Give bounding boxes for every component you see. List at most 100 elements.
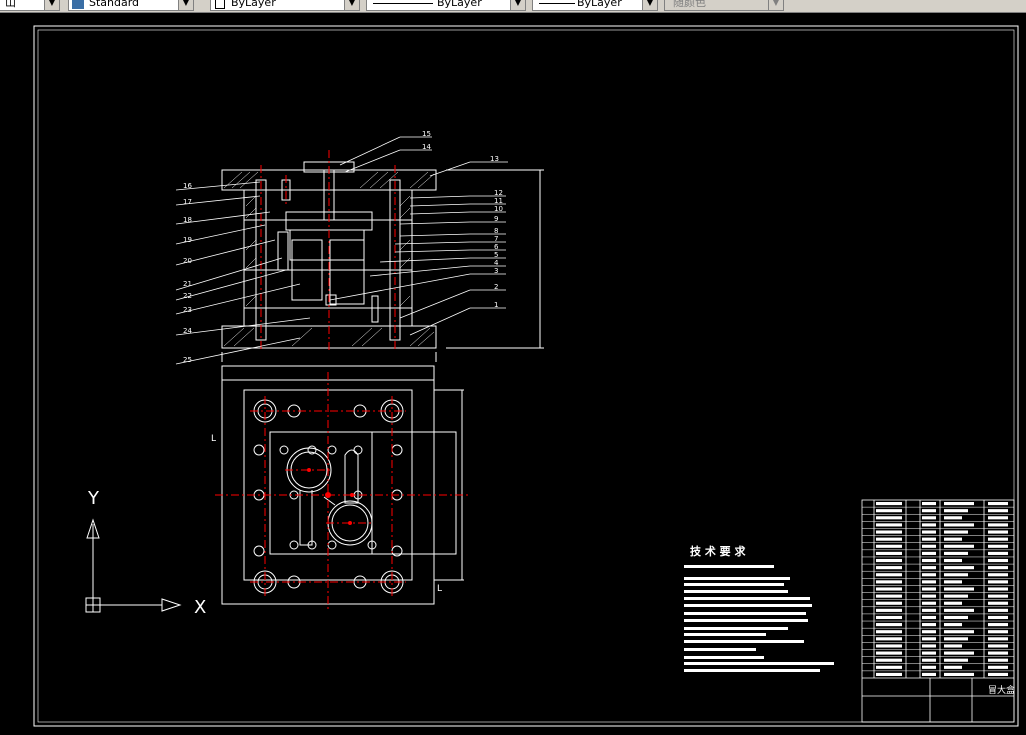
drawing-canvas[interactable]: 15 14 13 16 17 18 19 20 21 22 23 24 25 1… — [0, 12, 1026, 735]
linetype-preview — [373, 3, 433, 4]
parts-row-text — [944, 587, 974, 591]
parts-row-text — [876, 587, 902, 591]
parts-row-text — [944, 615, 968, 620]
balloon-label: 12 — [494, 189, 503, 197]
balloon-label: 22 — [183, 292, 192, 300]
parts-row-text — [876, 551, 902, 555]
parts-row-text — [988, 502, 1008, 506]
left-combo[interactable]: 山 ▼ — [0, 0, 60, 11]
parts-row-text — [922, 594, 936, 598]
balloon-label: 17 — [183, 198, 192, 206]
parts-row-text — [922, 665, 936, 669]
balloon-label: 10 — [494, 205, 503, 213]
parts-row-text — [876, 509, 902, 513]
parts-row-text — [988, 587, 1008, 591]
cavity-plate — [243, 189, 413, 221]
color-value: 随颜色 — [673, 0, 706, 9]
parts-row-text — [988, 630, 1008, 634]
parts-row-text — [876, 537, 902, 541]
parts-row-text — [988, 580, 1008, 584]
parts-row-text — [876, 651, 902, 655]
parts-row-text — [876, 566, 902, 570]
parts-row-text — [988, 573, 1008, 577]
balloon-label: 25 — [183, 356, 192, 364]
chevron-down-icon[interactable]: ▼ — [178, 0, 193, 10]
parts-row-text — [876, 601, 902, 605]
parts-row-text — [876, 615, 902, 620]
parts-row-text — [944, 623, 962, 627]
parts-row-text — [922, 566, 936, 570]
balloon-label: 7 — [494, 235, 498, 243]
parts-row-text — [944, 509, 968, 513]
parts-row-text — [922, 530, 936, 534]
lineweight-preview — [539, 3, 575, 4]
parts-row-text — [944, 665, 962, 669]
parts-row-text — [944, 672, 974, 676]
parts-row-text — [876, 672, 902, 676]
parts-row-text — [876, 658, 902, 662]
parts-row-text — [944, 630, 974, 634]
chevron-down-icon[interactable]: ▼ — [768, 0, 783, 10]
linetype-value: ByLayer — [437, 0, 482, 9]
tech-requirements-title: 技 术 要 求 — [690, 544, 746, 558]
balloon-label: 11 — [494, 197, 503, 205]
parts-row-text — [922, 608, 936, 612]
parts-row-text — [944, 573, 968, 577]
linetype-combo[interactable]: ByLayer ▼ — [366, 0, 526, 11]
layer-color-swatch — [215, 0, 225, 9]
color-combo[interactable]: 随颜色 ▼ — [664, 0, 784, 11]
parts-row-text — [944, 651, 974, 655]
tech-requirements-text — [684, 565, 834, 672]
chevron-down-icon[interactable]: ▼ — [510, 0, 525, 10]
parts-row-text — [922, 537, 936, 541]
lineweight-combo[interactable]: ByLayer ▼ — [532, 0, 658, 11]
balloon-label: 24 — [183, 327, 192, 335]
ucs-x-label: X — [194, 597, 206, 618]
drawing-name: 冒大盒 — [988, 684, 1015, 696]
parts-row-text — [988, 658, 1008, 662]
core-plate — [243, 219, 413, 271]
parts-row-text — [944, 566, 974, 570]
balloon-label: 4 — [494, 259, 499, 267]
parts-row-text — [988, 537, 1008, 541]
layer-combo[interactable]: ByLayer ▼ — [210, 0, 360, 11]
parts-row-text — [922, 580, 936, 584]
parts-row-text — [988, 551, 1008, 555]
parts-row-text — [944, 644, 962, 648]
balloon-labels: 15 14 13 16 17 18 19 20 21 22 23 24 25 1… — [183, 130, 503, 364]
parts-row-text — [922, 573, 936, 577]
ucs-y-label: Y — [87, 488, 100, 509]
lineweight-value: ByLayer — [577, 0, 622, 9]
plan-centerlines — [215, 372, 470, 612]
balloon-label: 19 — [183, 236, 192, 244]
balloon-label: 18 — [183, 216, 192, 224]
balloon-label: 16 — [183, 182, 192, 190]
parts-row-text — [988, 601, 1008, 605]
parts-row-text — [944, 658, 968, 662]
parts-row-text — [876, 544, 902, 548]
parts-row-text — [922, 651, 936, 655]
drawing-inner-frame — [37, 29, 1015, 723]
parts-row-text — [922, 672, 936, 676]
parts-row-text — [922, 658, 936, 662]
parts-row-text — [922, 523, 936, 527]
chevron-down-icon[interactable]: ▼ — [642, 0, 657, 10]
parts-row-text — [988, 644, 1008, 648]
parts-row-text — [944, 502, 974, 506]
parts-row-text — [876, 523, 902, 527]
parts-row-text — [922, 623, 936, 627]
parts-row-text — [988, 566, 1008, 570]
text-style-value: Standard — [89, 0, 140, 9]
parts-row-text — [988, 665, 1008, 669]
text-style-combo[interactable]: Standard ▼ — [68, 0, 194, 11]
parts-row-text — [988, 608, 1008, 612]
balloon-label: 1 — [494, 301, 498, 309]
chevron-down-icon[interactable]: ▼ — [44, 0, 59, 10]
balloon-label: 3 — [494, 267, 498, 275]
chevron-down-icon[interactable]: ▼ — [344, 0, 359, 10]
plan-view — [221, 365, 464, 605]
balloon-label: 23 — [183, 306, 192, 314]
layer-value: ByLayer — [231, 0, 276, 9]
parts-row-text — [876, 594, 902, 598]
parts-row-text — [944, 516, 962, 520]
